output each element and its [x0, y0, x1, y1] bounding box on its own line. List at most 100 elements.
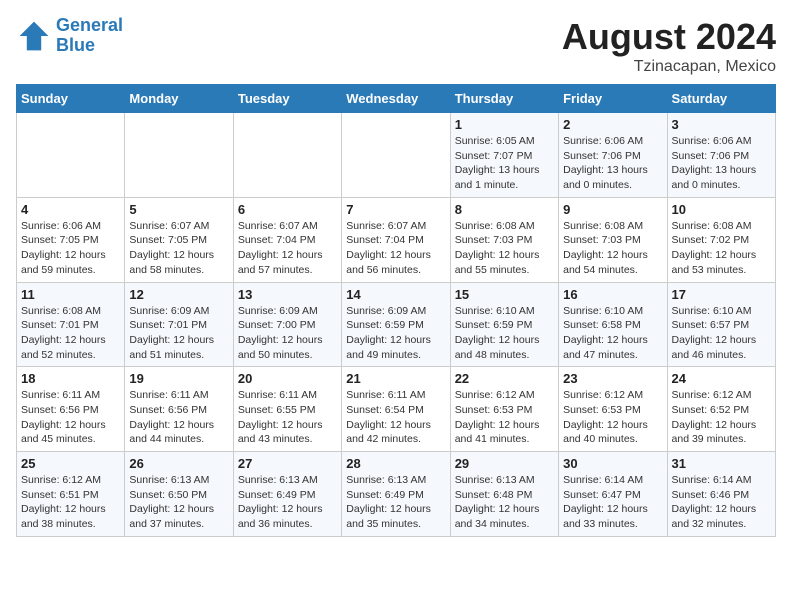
location-subtitle: Tzinacapan, Mexico — [562, 58, 776, 76]
day-detail: Sunrise: 6:12 AMSunset: 6:53 PMDaylight:… — [455, 388, 554, 447]
day-number: 12 — [129, 287, 228, 302]
day-cell: 13 Sunrise: 6:09 AMSunset: 7:00 PMDayligh… — [233, 282, 341, 367]
day-detail: Sunrise: 6:08 AMSunset: 7:01 PMDaylight:… — [21, 304, 120, 363]
title-block: August 2024 Tzinacapan, Mexico — [562, 16, 776, 76]
day-cell: 30 Sunrise: 6:14 AMSunset: 6:47 PMDayligh… — [559, 452, 667, 537]
day-detail: Sunrise: 6:07 AMSunset: 7:04 PMDaylight:… — [346, 219, 445, 278]
day-number: 13 — [238, 287, 337, 302]
day-detail: Sunrise: 6:07 AMSunset: 7:04 PMDaylight:… — [238, 219, 337, 278]
day-detail: Sunrise: 6:12 AMSunset: 6:52 PMDaylight:… — [672, 388, 771, 447]
day-cell: 31 Sunrise: 6:14 AMSunset: 6:46 PMDayligh… — [667, 452, 775, 537]
day-detail: Sunrise: 6:13 AMSunset: 6:48 PMDaylight:… — [455, 473, 554, 532]
day-cell: 18 Sunrise: 6:11 AMSunset: 6:56 PMDayligh… — [17, 367, 125, 452]
day-number: 25 — [21, 456, 120, 471]
day-cell: 17Sunrise: 6:10 AMSunset: 6:57 PMDayligh… — [667, 282, 775, 367]
col-friday: Friday — [559, 85, 667, 113]
day-number: 28 — [346, 456, 445, 471]
day-detail: Sunrise: 6:08 AMSunset: 7:02 PMDaylight:… — [672, 219, 771, 278]
day-detail: Sunrise: 6:14 AMSunset: 6:47 PMDaylight:… — [563, 473, 662, 532]
day-cell — [233, 113, 341, 198]
calendar-table: Sunday Monday Tuesday Wednesday Thursday… — [16, 84, 776, 537]
day-number: 3 — [672, 117, 771, 132]
day-cell: 4 Sunrise: 6:06 AMSunset: 7:05 PMDaylight… — [17, 197, 125, 282]
day-cell: 21Sunrise: 6:11 AMSunset: 6:54 PMDayligh… — [342, 367, 450, 452]
day-detail: Sunrise: 6:08 AMSunset: 7:03 PMDaylight:… — [455, 219, 554, 278]
day-number: 15 — [455, 287, 554, 302]
logo-general: General — [56, 15, 123, 35]
day-number: 31 — [672, 456, 771, 471]
day-number: 23 — [563, 371, 662, 386]
col-saturday: Saturday — [667, 85, 775, 113]
day-detail: Sunrise: 6:07 AMSunset: 7:05 PMDaylight:… — [129, 219, 228, 278]
day-cell — [125, 113, 233, 198]
calendar-body: 1Sunrise: 6:05 AMSunset: 7:07 PMDaylight… — [17, 113, 776, 537]
logo-blue: Blue — [56, 35, 95, 55]
logo-text: General Blue — [56, 16, 123, 56]
day-detail: Sunrise: 6:06 AMSunset: 7:05 PMDaylight:… — [21, 219, 120, 278]
day-cell: 8 Sunrise: 6:08 AMSunset: 7:03 PMDaylight… — [450, 197, 558, 282]
day-number: 19 — [129, 371, 228, 386]
day-number: 21 — [346, 371, 445, 386]
day-cell: 10 Sunrise: 6:08 AMSunset: 7:02 PMDayligh… — [667, 197, 775, 282]
day-detail: Sunrise: 6:09 AMSunset: 6:59 PMDaylight:… — [346, 304, 445, 363]
day-detail: Sunrise: 6:06 AMSunset: 7:06 PMDaylight:… — [672, 134, 771, 193]
page-header: General Blue August 2024 Tzinacapan, Mex… — [16, 16, 776, 76]
week-row-1: 1Sunrise: 6:05 AMSunset: 7:07 PMDaylight… — [17, 113, 776, 198]
day-number: 24 — [672, 371, 771, 386]
day-cell — [17, 113, 125, 198]
day-detail: Sunrise: 6:10 AMSunset: 6:58 PMDaylight:… — [563, 304, 662, 363]
day-detail: Sunrise: 6:13 AMSunset: 6:49 PMDaylight:… — [238, 473, 337, 532]
day-number: 20 — [238, 371, 337, 386]
day-detail: Sunrise: 6:08 AMSunset: 7:03 PMDaylight:… — [563, 219, 662, 278]
day-detail: Sunrise: 6:11 AMSunset: 6:56 PMDaylight:… — [21, 388, 120, 447]
day-number: 14 — [346, 287, 445, 302]
header-row: Sunday Monday Tuesday Wednesday Thursday… — [17, 85, 776, 113]
day-number: 30 — [563, 456, 662, 471]
day-cell: 6 Sunrise: 6:07 AMSunset: 7:04 PMDaylight… — [233, 197, 341, 282]
col-thursday: Thursday — [450, 85, 558, 113]
day-number: 5 — [129, 202, 228, 217]
day-cell: 23 Sunrise: 6:12 AMSunset: 6:53 PMDayligh… — [559, 367, 667, 452]
col-tuesday: Tuesday — [233, 85, 341, 113]
day-cell: 29 Sunrise: 6:13 AMSunset: 6:48 PMDayligh… — [450, 452, 558, 537]
logo: General Blue — [16, 16, 123, 56]
col-monday: Monday — [125, 85, 233, 113]
day-cell: 9 Sunrise: 6:08 AMSunset: 7:03 PMDaylight… — [559, 197, 667, 282]
day-number: 1 — [455, 117, 554, 132]
day-number: 18 — [21, 371, 120, 386]
day-cell: 11Sunrise: 6:08 AMSunset: 7:01 PMDayligh… — [17, 282, 125, 367]
day-detail: Sunrise: 6:10 AMSunset: 6:59 PMDaylight:… — [455, 304, 554, 363]
day-cell: 16Sunrise: 6:10 AMSunset: 6:58 PMDayligh… — [559, 282, 667, 367]
day-detail: Sunrise: 6:09 AMSunset: 7:01 PMDaylight:… — [129, 304, 228, 363]
day-number: 10 — [672, 202, 771, 217]
day-detail: Sunrise: 6:06 AMSunset: 7:06 PMDaylight:… — [563, 134, 662, 193]
day-number: 4 — [21, 202, 120, 217]
week-row-3: 11Sunrise: 6:08 AMSunset: 7:01 PMDayligh… — [17, 282, 776, 367]
day-cell — [342, 113, 450, 198]
day-cell: 28Sunrise: 6:13 AMSunset: 6:49 PMDayligh… — [342, 452, 450, 537]
calendar-header: Sunday Monday Tuesday Wednesday Thursday… — [17, 85, 776, 113]
day-cell: 7 Sunrise: 6:07 AMSunset: 7:04 PMDaylight… — [342, 197, 450, 282]
day-number: 26 — [129, 456, 228, 471]
week-row-4: 18 Sunrise: 6:11 AMSunset: 6:56 PMDayligh… — [17, 367, 776, 452]
day-cell: 26 Sunrise: 6:13 AMSunset: 6:50 PMDayligh… — [125, 452, 233, 537]
day-number: 6 — [238, 202, 337, 217]
day-cell: 22Sunrise: 6:12 AMSunset: 6:53 PMDayligh… — [450, 367, 558, 452]
day-detail: Sunrise: 6:13 AMSunset: 6:50 PMDaylight:… — [129, 473, 228, 532]
week-row-5: 25Sunrise: 6:12 AMSunset: 6:51 PMDayligh… — [17, 452, 776, 537]
day-number: 27 — [238, 456, 337, 471]
month-title: August 2024 — [562, 16, 776, 58]
col-sunday: Sunday — [17, 85, 125, 113]
day-detail: Sunrise: 6:12 AMSunset: 6:53 PMDaylight:… — [563, 388, 662, 447]
day-number: 9 — [563, 202, 662, 217]
day-number: 8 — [455, 202, 554, 217]
day-number: 7 — [346, 202, 445, 217]
day-cell: 12 Sunrise: 6:09 AMSunset: 7:01 PMDayligh… — [125, 282, 233, 367]
day-detail: Sunrise: 6:09 AMSunset: 7:00 PMDaylight:… — [238, 304, 337, 363]
day-detail: Sunrise: 6:14 AMSunset: 6:46 PMDaylight:… — [672, 473, 771, 532]
day-cell: 15 Sunrise: 6:10 AMSunset: 6:59 PMDayligh… — [450, 282, 558, 367]
day-cell: 2Sunrise: 6:06 AMSunset: 7:06 PMDaylight… — [559, 113, 667, 198]
day-detail: Sunrise: 6:11 AMSunset: 6:55 PMDaylight:… — [238, 388, 337, 447]
day-number: 29 — [455, 456, 554, 471]
day-number: 17 — [672, 287, 771, 302]
